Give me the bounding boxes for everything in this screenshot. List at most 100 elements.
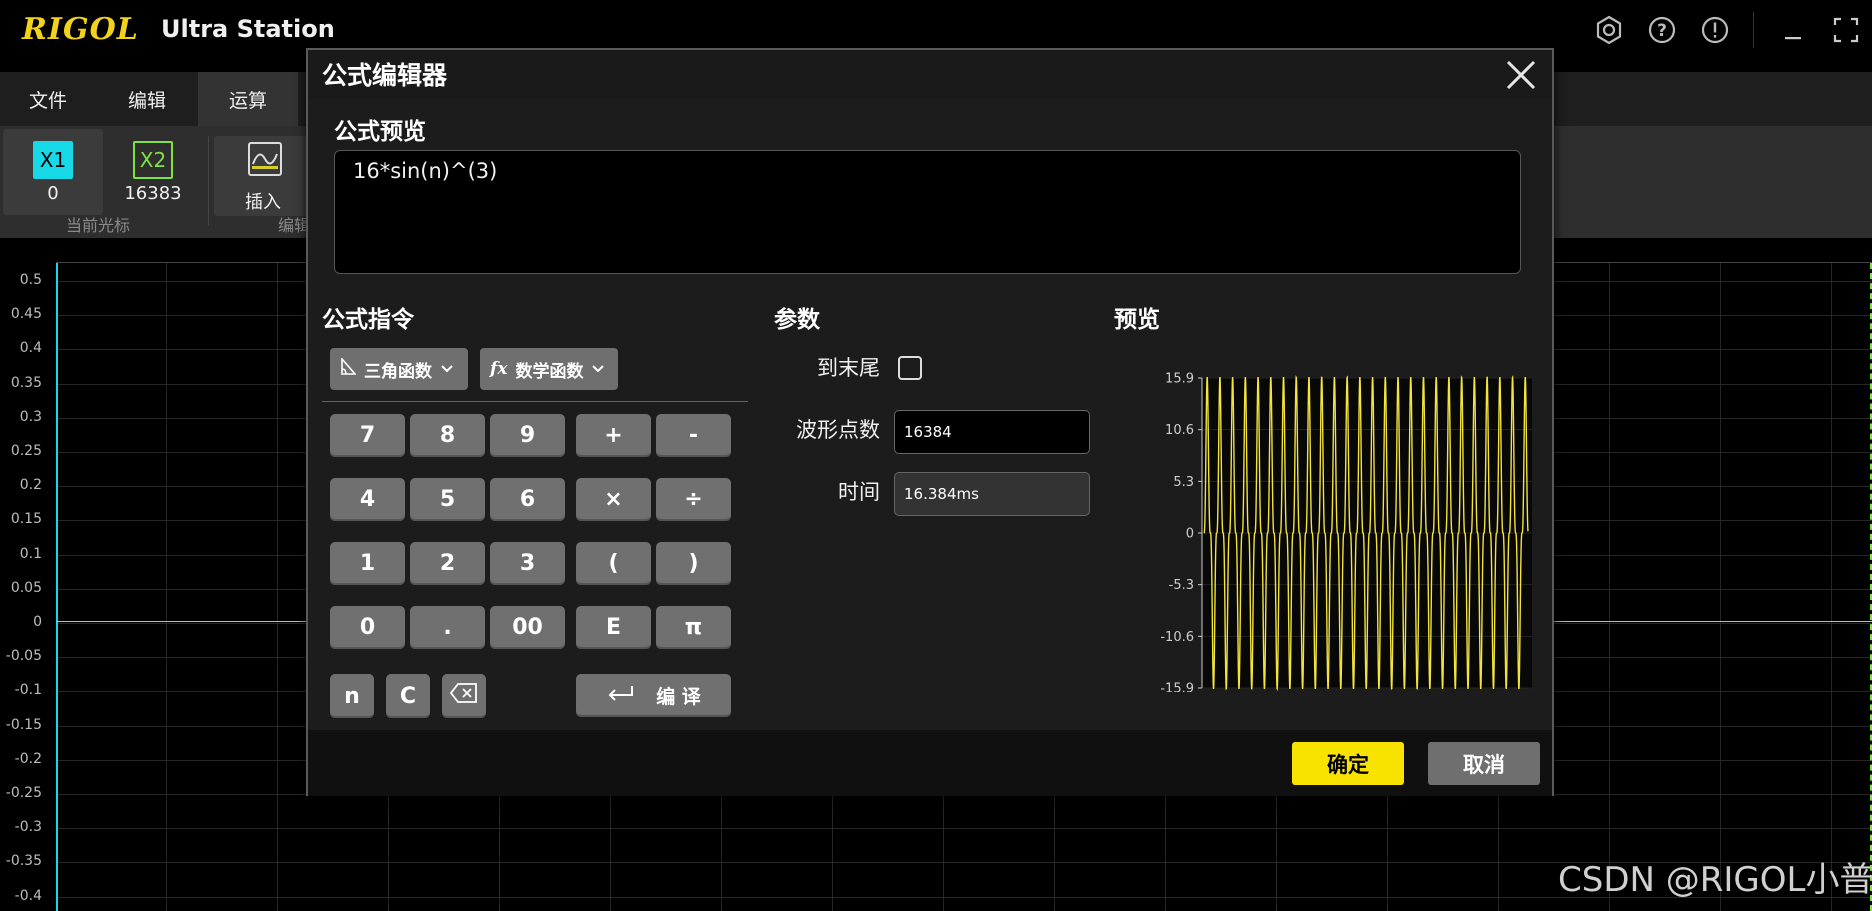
- time-label: 时间: [838, 480, 880, 504]
- y-tick-label: -0.2: [14, 750, 42, 767]
- enter-icon: [606, 684, 634, 707]
- key-clear[interactable]: C: [386, 674, 430, 718]
- info-icon[interactable]: [1688, 8, 1741, 52]
- formula-text: 16*sin(n)^(3): [353, 159, 498, 183]
- key-4[interactable]: 4: [330, 478, 405, 521]
- insert-label: 插入: [245, 192, 281, 213]
- triangle-ruler-icon: [340, 356, 357, 381]
- wave-y-tick-label: -5.3: [1169, 578, 1194, 593]
- key-3[interactable]: 3: [490, 542, 565, 585]
- y-tick-label: -0.1: [14, 682, 42, 699]
- formula-editor-dialog: 公式编辑器 公式预览 16*sin(n)^(3) 公式指令 三角函数 fx 数学…: [306, 48, 1554, 796]
- cursor-x1-badge: X1: [33, 141, 73, 179]
- dialog-header: 公式编辑器: [308, 50, 1552, 98]
- insert-button[interactable]: 插入: [214, 136, 312, 216]
- y-tick-label: 0: [33, 614, 42, 630]
- key-minus[interactable]: -: [656, 414, 731, 457]
- grid-line-vertical: [1720, 263, 1721, 911]
- key-open-paren[interactable]: (: [576, 542, 651, 585]
- cursor-x2-badge: X2: [133, 141, 173, 179]
- formula-preview-title: 公式预览: [334, 119, 426, 145]
- menu-tab-operation[interactable]: 运算: [198, 72, 298, 126]
- window-controls: ?: [1582, 8, 1872, 52]
- trig-functions-dropdown[interactable]: 三角函数: [330, 348, 468, 390]
- to-end-label: 到末尾: [817, 356, 880, 380]
- key-multiply[interactable]: ×: [576, 478, 651, 521]
- key-2[interactable]: 2: [410, 542, 485, 585]
- points-input[interactable]: 16384: [894, 410, 1090, 454]
- key-pi[interactable]: π: [656, 606, 731, 649]
- key-7[interactable]: 7: [330, 414, 405, 457]
- y-tick-label: -0.05: [5, 648, 42, 665]
- y-axis: 0.5 0.45 0.4 0.35 0.3 0.25 0.2 0.15 0.1 0.05 0 -0.0…: [0, 262, 56, 911]
- ok-button[interactable]: 确定: [1292, 742, 1404, 785]
- trig-functions-label: 三角函数: [364, 361, 432, 382]
- cursor-x2-button[interactable]: X2 16383: [103, 129, 203, 215]
- y-tick-label: 0.1: [19, 545, 42, 562]
- y-tick-label: -0.4: [14, 887, 42, 904]
- menu-tab-file[interactable]: 文件: [0, 72, 96, 126]
- key-exponent[interactable]: E: [576, 606, 651, 649]
- key-divide[interactable]: ÷: [656, 478, 731, 521]
- grid-line-vertical: [277, 263, 278, 911]
- params-title: 参数: [774, 307, 820, 333]
- chevron-down-icon: [591, 359, 605, 379]
- wave-preview-svg: 15.9 10.6 5.3 0 -5.3 -10.6 -15.9: [1160, 372, 1532, 693]
- key-n[interactable]: n: [330, 674, 374, 718]
- key-5[interactable]: 5: [410, 478, 485, 521]
- y-tick-label: -0.35: [5, 853, 42, 870]
- cursor-x2-value: 16383: [124, 183, 182, 204]
- compile-button[interactable]: 编 译: [576, 674, 731, 717]
- key-1[interactable]: 1: [330, 542, 405, 585]
- key-0[interactable]: 0: [330, 606, 405, 649]
- watermark: CSDN @RIGOL小普: [1558, 860, 1872, 900]
- cursor-x1-value: 0: [47, 183, 59, 204]
- key-9[interactable]: 9: [490, 414, 565, 457]
- to-end-checkbox[interactable]: [898, 356, 922, 380]
- chevron-down-icon: [440, 359, 454, 379]
- y-tick-label: 0.45: [10, 306, 42, 323]
- dialog-title: 公式编辑器: [322, 61, 448, 90]
- backspace-icon: [449, 682, 479, 710]
- wave-y-tick-label: 10.6: [1165, 423, 1194, 438]
- wave-y-tick-label: 15.9: [1165, 372, 1194, 387]
- key-6[interactable]: 6: [490, 478, 565, 521]
- minimize-icon[interactable]: [1766, 8, 1819, 52]
- help-icon[interactable]: ?: [1635, 8, 1688, 52]
- menu-tab-edit[interactable]: 编辑: [96, 72, 198, 126]
- cursor-x1-line[interactable]: [56, 263, 58, 911]
- close-icon[interactable]: [1502, 56, 1540, 94]
- fx-icon: fx: [490, 359, 508, 379]
- app-title: Ultra Station: [161, 15, 335, 43]
- y-tick-label: 0.3: [19, 408, 42, 425]
- y-tick-label: 0.25: [10, 443, 42, 459]
- wave-y-tick-label: -15.9: [1160, 682, 1194, 693]
- wave-y-tick-label: 0: [1186, 527, 1194, 542]
- y-tick-label: 0.15: [10, 511, 42, 528]
- y-tick-label: 0.2: [19, 477, 42, 494]
- time-field: 16.384ms: [894, 472, 1090, 516]
- svg-text:?: ?: [1657, 21, 1667, 41]
- maximize-icon[interactable]: [1819, 8, 1872, 52]
- wave-y-tick-label: 5.3: [1173, 475, 1194, 490]
- y-tick-label: 0.05: [10, 579, 42, 596]
- key-8[interactable]: 8: [410, 414, 485, 457]
- y-tick-label: -0.15: [5, 716, 42, 733]
- cancel-button[interactable]: 取消: [1428, 742, 1540, 785]
- commands-title: 公式指令: [322, 307, 414, 333]
- wave-preview-title: 预览: [1114, 307, 1160, 333]
- key-backspace[interactable]: [442, 674, 486, 718]
- settings-icon[interactable]: [1582, 8, 1635, 52]
- cursor-group-label: 当前光标: [66, 216, 131, 235]
- math-functions-dropdown[interactable]: fx 数学函数: [480, 348, 618, 390]
- commands-divider: [322, 401, 748, 402]
- grid-line-vertical: [1609, 263, 1610, 911]
- grid-line-vertical: [1831, 263, 1832, 911]
- key-dot[interactable]: .: [410, 606, 485, 649]
- key-close-paren[interactable]: ): [656, 542, 731, 585]
- key-plus[interactable]: +: [576, 414, 651, 457]
- key-double-zero[interactable]: 00: [490, 606, 565, 649]
- cursor-x1-button[interactable]: X1 0: [3, 129, 103, 215]
- wave-preview-chart: 15.9 10.6 5.3 0 -5.3 -10.6 -15.9: [1156, 368, 1538, 692]
- formula-input[interactable]: 16*sin(n)^(3): [334, 150, 1521, 274]
